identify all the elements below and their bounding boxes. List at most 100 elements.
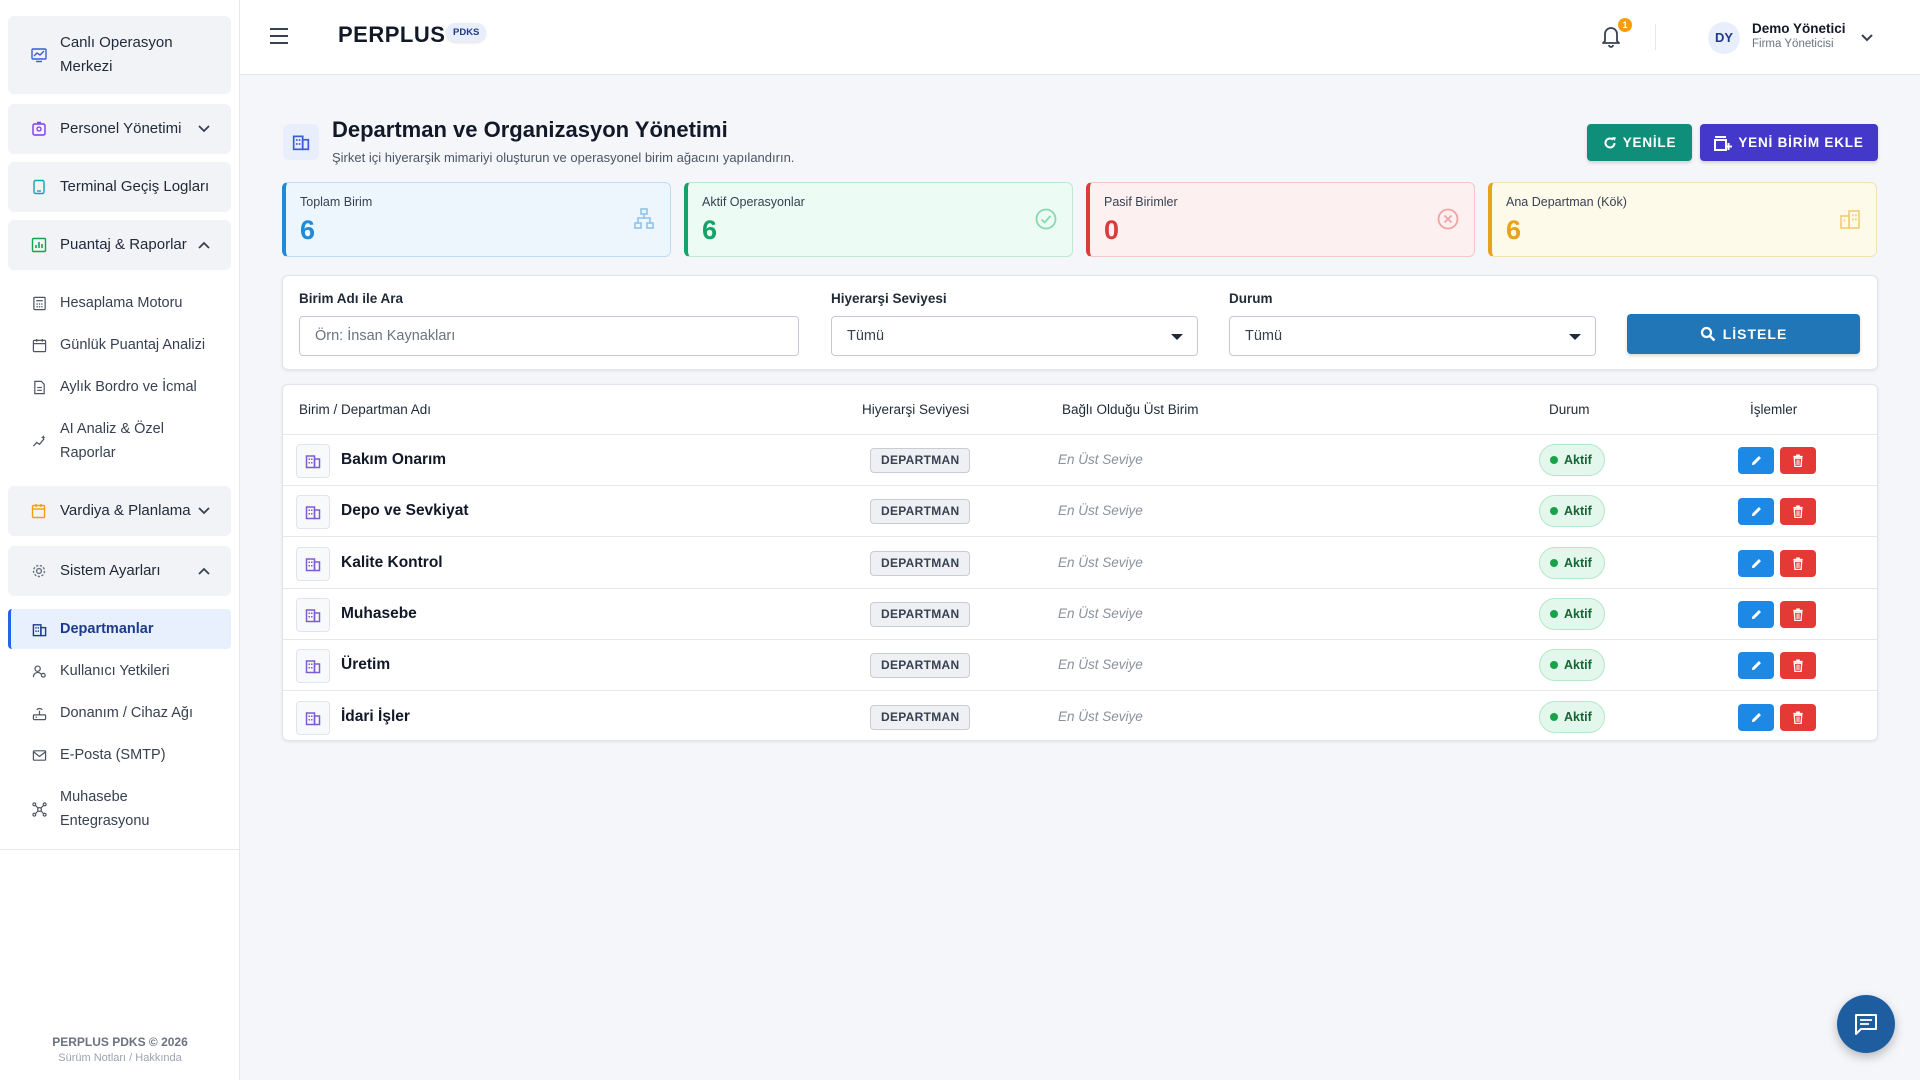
parent-unit: En Üst Seviye: [1058, 554, 1143, 570]
sidebar-item-personnel[interactable]: Personel Yönetimi: [8, 104, 231, 154]
chevron-up-icon: [197, 238, 211, 252]
edit-button[interactable]: [1738, 447, 1774, 474]
delete-button[interactable]: [1780, 549, 1816, 577]
column-header-parent[interactable]: Bağlı Olduğu Üst Birim: [1062, 385, 1199, 434]
avatar[interactable]: DY: [1708, 22, 1740, 54]
sidebar-item-label: Personel Yönetimi: [60, 120, 182, 137]
status-badge: Aktif: [1539, 649, 1605, 682]
chat-button[interactable]: [1837, 995, 1895, 1053]
page-subtitle: Şirket içi hiyerarşik mimariyi oluşturun…: [332, 150, 795, 165]
column-header-level[interactable]: Hiyerarşi Seviyesi: [862, 385, 969, 434]
list-button[interactable]: LİSTELE: [1627, 314, 1860, 354]
status-select-value: Tümü: [1245, 328, 1283, 344]
chat-icon: [1854, 1013, 1878, 1035]
pencil-icon: [1750, 557, 1763, 570]
bar-chart-icon: [30, 236, 48, 254]
chevron-down-icon: [197, 504, 211, 518]
table-row[interactable]: Üretim DEPARTMAN En Üst Seviye Aktif: [283, 640, 1877, 692]
document-icon: [30, 378, 48, 396]
level-badge: DEPARTMAN: [870, 499, 971, 525]
sidebar-subitem-accounting-integration[interactable]: Muhasebe Entegrasyonu: [8, 784, 231, 834]
user-role: Firma Yöneticisi: [1752, 38, 1834, 50]
sidebar-subitem-monthly-payroll[interactable]: Aylık Bordro ve İcmal: [8, 374, 231, 400]
sidebar-item-terminal-logs[interactable]: Terminal Geçiş Logları: [8, 162, 231, 212]
table-row[interactable]: Muhasebe DEPARTMAN En Üst Seviye Aktif: [283, 589, 1877, 640]
status-text: Aktif: [1564, 658, 1592, 673]
delete-button[interactable]: [1780, 498, 1816, 526]
stat-label: Aktif Operasyonlar: [702, 195, 805, 209]
sidebar-item-timesheet-reports[interactable]: Puantaj & Raporlar: [8, 220, 231, 270]
status-text: Aktif: [1564, 709, 1592, 724]
trash-icon: [1792, 505, 1804, 519]
pencil-icon: [1750, 608, 1763, 621]
sidebar-subitem-label: E-Posta (SMTP): [60, 747, 166, 763]
sidebar-subitem-email-smtp[interactable]: E-Posta (SMTP): [8, 742, 231, 768]
user-key-icon: [30, 662, 48, 680]
column-header-name[interactable]: Birim / Departman Adı: [299, 385, 431, 434]
sidebar-item-live-operations[interactable]: Canlı Operasyon Merkezi: [8, 16, 231, 94]
status-text: Aktif: [1564, 606, 1592, 621]
delete-button[interactable]: [1780, 600, 1816, 628]
edit-button[interactable]: [1738, 600, 1774, 628]
sidebar-subitem-calculation-engine[interactable]: Hesaplama Motoru: [8, 290, 231, 316]
hub-icon: [30, 800, 48, 818]
stat-value: 0: [1104, 215, 1120, 245]
delete-button[interactable]: [1780, 703, 1816, 731]
sidebar-subitem-label-cont: Entegrasyonu: [60, 813, 150, 829]
table-row[interactable]: Depo ve Sevkiyat DEPARTMAN En Üst Seviye Ak…: [283, 486, 1877, 538]
dropdown-arrow-icon: [1569, 334, 1581, 340]
sidebar-item-shift-planning[interactable]: Vardiya & Planlama: [8, 486, 231, 536]
delete-button[interactable]: [1780, 652, 1816, 680]
department-name: Üretim: [341, 656, 391, 674]
level-select[interactable]: Tümü: [831, 316, 1198, 356]
table-row[interactable]: Kalite Kontrol DEPARTMAN En Üst Seviye Akti…: [283, 538, 1877, 589]
status-dot-icon: [1550, 661, 1558, 670]
refresh-button[interactable]: YENİLE: [1587, 124, 1692, 161]
delete-button[interactable]: [1780, 447, 1816, 474]
search-input[interactable]: Örn: İnsan Kaynakları: [299, 316, 799, 356]
column-header-status[interactable]: Durum: [1549, 385, 1590, 434]
monitor-chart-icon: [30, 46, 48, 64]
trash-icon: [1792, 659, 1804, 673]
sidebar-subitem-user-permissions[interactable]: Kullanıcı Yetkileri: [8, 658, 231, 684]
release-notes-link[interactable]: Sürüm Notları / Hakkında: [0, 1052, 240, 1064]
router-icon: [30, 704, 48, 722]
sidebar-subitem-daily-timesheet[interactable]: Günlük Puantaj Analizi: [8, 332, 231, 358]
edit-button[interactable]: [1738, 549, 1774, 577]
notification-badge: 1: [1618, 18, 1632, 32]
chevron-down-icon[interactable]: [1860, 30, 1874, 44]
table-row[interactable]: Bakım Onarım DEPARTMAN En Üst Seviye Aktif: [283, 435, 1877, 486]
sidebar-subitem-hardware-network[interactable]: Donanım / Cihaz Ağı: [8, 700, 231, 726]
menu-icon[interactable]: [270, 28, 292, 46]
building-icon: [283, 124, 319, 160]
sidebar-item-label: Sistem Ayarları: [60, 562, 161, 579]
department-name: Muhasebe: [341, 604, 417, 622]
level-select-value: Tümü: [847, 328, 885, 344]
trash-icon: [1792, 710, 1804, 724]
pencil-icon: [1750, 659, 1763, 672]
status-select[interactable]: Tümü: [1229, 316, 1596, 356]
sidebar-subitem-label: Kullanıcı Yetkileri: [60, 663, 170, 679]
level-badge: DEPARTMAN: [870, 550, 971, 576]
table-row[interactable]: İdari İşler DEPARTMAN En Üst Seviye Aktif: [283, 692, 1877, 741]
department-name: Bakım Onarım: [341, 451, 447, 468]
mail-icon: [30, 746, 48, 764]
sidebar-subitem-departments[interactable]: Departmanlar: [8, 609, 231, 649]
sidebar-subitem-label: Günlük Puantaj Analizi: [60, 337, 206, 353]
edit-button[interactable]: [1738, 498, 1774, 526]
level-label: Hiyerarşi Seviyesi: [831, 291, 947, 306]
level-badge: DEPARTMAN: [870, 601, 971, 627]
add-unit-button[interactable]: YENİ BİRİM EKLE: [1700, 124, 1878, 161]
column-header-actions: İşlemler: [1750, 402, 1798, 417]
stat-label: Ana Departman (Kök): [1506, 195, 1627, 209]
trash-icon: [1792, 608, 1804, 621]
sidebar-item-system-settings[interactable]: Sistem Ayarları: [8, 546, 231, 596]
stat-card-active-operations: Aktif Operasyonlar 6: [684, 182, 1073, 257]
sidebar-subitem-ai-analysis[interactable]: AI Analiz & Özel Raporlar: [8, 416, 231, 466]
parent-unit: En Üst Seviye: [1058, 452, 1143, 467]
edit-button[interactable]: [1738, 652, 1774, 680]
pencil-icon: [1750, 711, 1763, 724]
user-name[interactable]: Demo Yönetici: [1752, 21, 1846, 36]
status-badge: Aktif: [1539, 700, 1605, 733]
edit-button[interactable]: [1738, 703, 1774, 731]
